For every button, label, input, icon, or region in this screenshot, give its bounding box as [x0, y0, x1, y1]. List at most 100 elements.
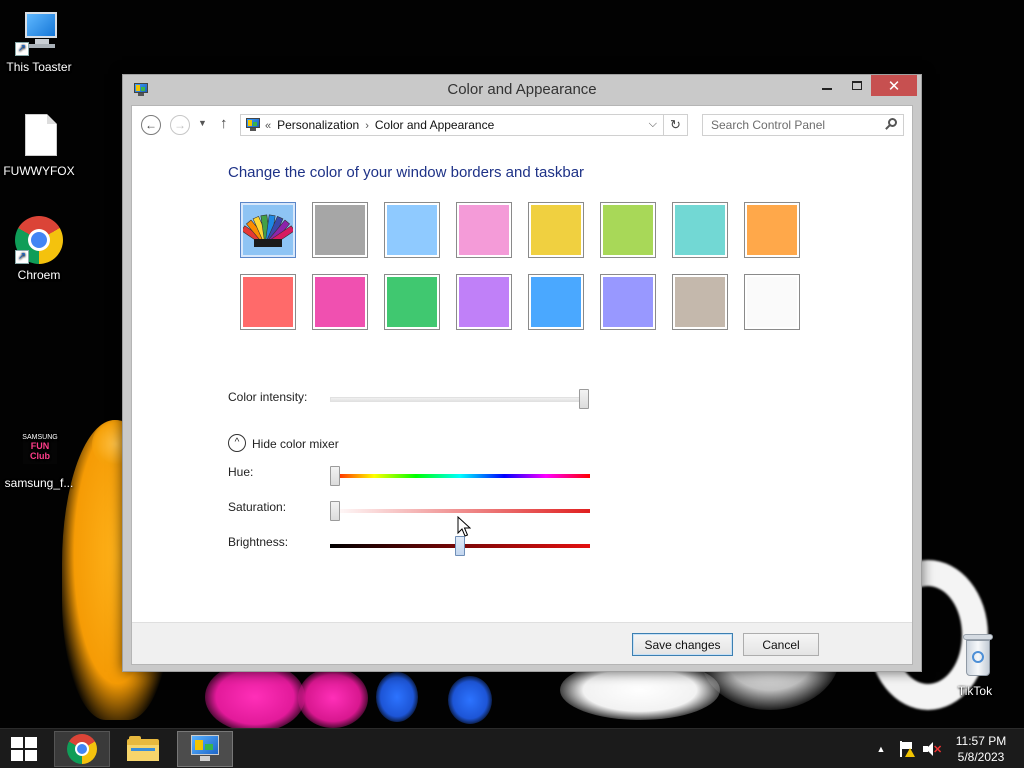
desktop-icon-fuwwyfox[interactable]: FUWWYFOX	[1, 112, 77, 178]
swatch-fill	[459, 277, 509, 327]
back-button[interactable]: ←	[141, 115, 161, 135]
swatch-fill	[603, 205, 653, 255]
color-swatch[interactable]	[456, 274, 512, 330]
color-swatch[interactable]	[240, 274, 296, 330]
title-bar[interactable]: Color and Appearance ✕	[123, 75, 921, 105]
search-box[interactable]: Search Control Panel	[702, 114, 904, 136]
color-palette-icon	[241, 205, 295, 255]
color-swatch[interactable]	[600, 202, 656, 258]
hue-thumb[interactable]	[330, 466, 340, 486]
color-intensity-label: Color intensity:	[228, 390, 308, 404]
recycle-bin-icon	[951, 632, 999, 680]
desktop-icon-label: TikTok	[957, 684, 993, 698]
page-heading: Change the color of your window borders …	[228, 164, 585, 181]
chevron-up-icon: ▲	[876, 744, 886, 754]
brightness-thumb[interactable]	[455, 536, 465, 556]
desktop-icon-label: Chroem	[17, 268, 61, 282]
swatch-fill	[387, 277, 437, 327]
breadcrumb-overflow[interactable]: «	[265, 120, 271, 132]
color-swatch-grid	[240, 202, 820, 342]
forward-button[interactable]: →	[170, 115, 190, 135]
saturation-thumb[interactable]	[330, 501, 340, 521]
desktop-icon-chroem[interactable]: ↗ Chroem	[1, 216, 77, 282]
breadcrumb-personalization[interactable]: Personalization	[277, 118, 359, 132]
breadcrumb-separator[interactable]: ›	[365, 120, 369, 132]
start-button[interactable]	[0, 729, 48, 768]
close-icon: ✕	[887, 77, 901, 95]
color-swatch[interactable]	[312, 274, 368, 330]
address-history-button[interactable]: ⌵	[649, 118, 657, 131]
minimize-button[interactable]	[813, 75, 841, 96]
color-swatch[interactable]	[528, 274, 584, 330]
desktop-icon-label: FUWWYFOX	[3, 164, 75, 178]
color-intensity-thumb[interactable]	[579, 389, 589, 409]
taskbar: ▲ ✕ 11:57 PM 5/8/2023	[0, 728, 1024, 768]
saturation-slider[interactable]	[330, 501, 590, 521]
swatch-fill	[675, 205, 725, 255]
search-input[interactable]: Search Control Panel	[711, 118, 825, 132]
clock-date: 5/8/2023	[957, 750, 1005, 764]
desktop-icon-samsung[interactable]: SAMSUNG FUN Club samsung_f...	[1, 424, 77, 490]
samsung-icon-brand: FUN Club	[30, 440, 50, 461]
dialog-footer: Save changes Cancel	[132, 622, 912, 664]
brightness-slider[interactable]	[330, 536, 590, 556]
refresh-icon: ↻	[670, 117, 681, 132]
wallpaper-shape	[298, 668, 368, 728]
close-button[interactable]: ✕	[871, 75, 917, 96]
saturation-label: Saturation:	[228, 500, 287, 514]
color-swatch[interactable]	[672, 202, 728, 258]
action-center-flag-icon	[898, 741, 915, 757]
chevron-up-icon: ^	[228, 434, 246, 452]
color-swatch[interactable]	[456, 202, 512, 258]
show-hidden-icons-button[interactable]: ▲	[872, 729, 890, 768]
breadcrumb: « Personalization › Color and Appearance	[265, 118, 494, 132]
color-swatch[interactable]	[384, 274, 440, 330]
color-swatch[interactable]	[240, 202, 296, 258]
taskbar-file-explorer-button[interactable]	[115, 731, 171, 767]
swatch-fill	[603, 277, 653, 327]
color-swatch[interactable]	[528, 202, 584, 258]
swatch-fill	[315, 205, 365, 255]
hue-slider[interactable]	[330, 466, 590, 486]
windows-logo-icon	[11, 737, 37, 761]
hue-label: Hue:	[228, 465, 254, 479]
back-arrow-icon: ←	[145, 118, 157, 132]
maximize-button[interactable]	[843, 75, 871, 96]
desktop-icon-tiktok[interactable]: TikTok	[937, 632, 1013, 698]
wallpaper-shape	[448, 676, 492, 724]
hide-color-mixer-label: Hide color mixer	[252, 437, 339, 451]
color-swatch[interactable]	[312, 202, 368, 258]
address-bar[interactable]: «Personalization › Color and Appearance ⌵ …	[240, 114, 688, 136]
color-swatch[interactable]	[672, 274, 728, 330]
taskbar-chrome-button[interactable]	[54, 731, 110, 767]
samsung-icon: SAMSUNG FUN Club	[15, 424, 63, 472]
color-swatch[interactable]	[744, 274, 800, 330]
color-swatch[interactable]	[600, 274, 656, 330]
shortcut-arrow-icon: ↗	[15, 250, 29, 264]
swatch-fill	[747, 205, 797, 255]
taskbar-control-panel-button[interactable]	[177, 731, 233, 767]
color-intensity-slider[interactable]	[330, 389, 589, 409]
breadcrumb-color-and-appearance[interactable]: Color and Appearance	[375, 118, 494, 132]
swatch-fill	[675, 277, 725, 327]
chevron-down-icon: ▼	[198, 118, 207, 128]
cancel-button[interactable]: Cancel	[743, 633, 819, 656]
action-center-button[interactable]	[896, 729, 916, 768]
shortcut-arrow-icon: ↗	[15, 42, 29, 56]
refresh-button[interactable]: ↻	[663, 115, 687, 135]
desktop-icon-this-toaster[interactable]: ↗ This Toaster	[1, 8, 77, 74]
forward-arrow-icon: →	[174, 118, 186, 132]
save-changes-button[interactable]: Save changes	[632, 633, 733, 656]
up-button[interactable]: ↑	[220, 115, 228, 132]
mouse-cursor-icon	[457, 516, 471, 537]
color-swatch[interactable]	[744, 202, 800, 258]
speaker-muted-icon: ✕	[922, 741, 942, 757]
volume-button[interactable]: ✕	[920, 729, 942, 768]
taskbar-clock[interactable]: 11:57 PM 5/8/2023	[948, 733, 1014, 765]
recent-locations-button[interactable]: ▼	[198, 118, 207, 128]
chrome-icon	[67, 734, 97, 764]
swatch-fill	[387, 205, 437, 255]
swatch-fill	[531, 205, 581, 255]
color-swatch[interactable]	[384, 202, 440, 258]
window-title: Color and Appearance	[447, 81, 597, 98]
